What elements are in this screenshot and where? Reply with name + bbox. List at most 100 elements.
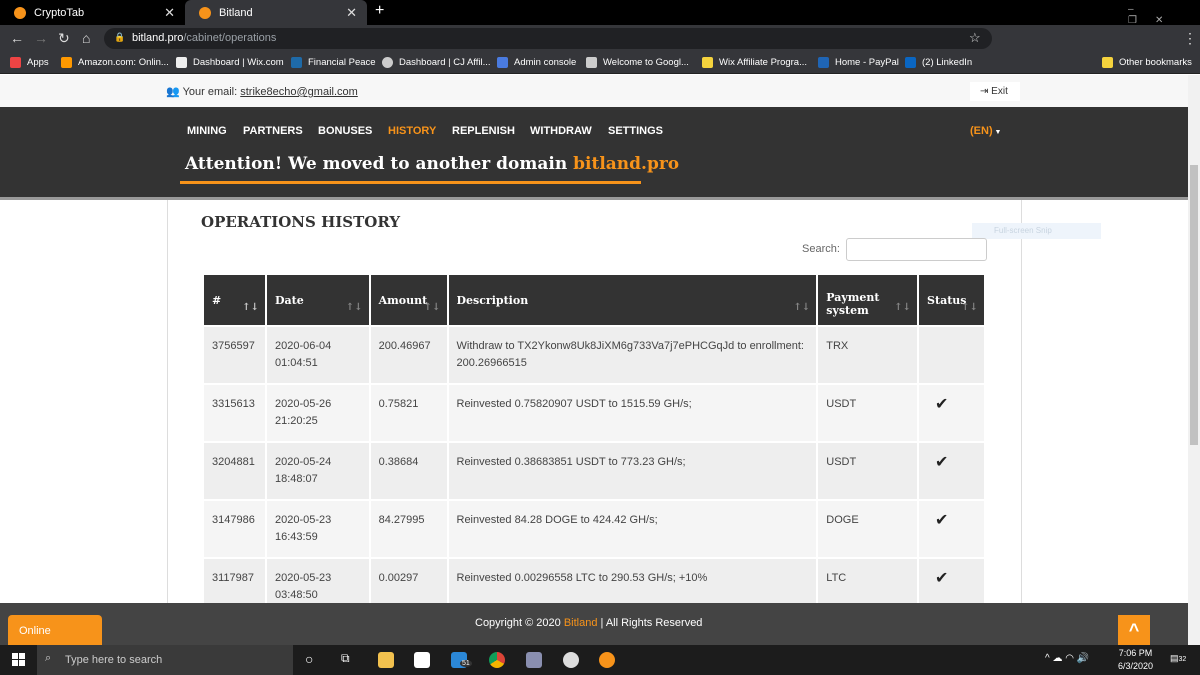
nav-withdraw[interactable]: WITHDRAW <box>530 125 592 137</box>
taskbar: ⌕ Type here to search ○ ⧉ 51 ^ ☁ ◠ 🔊 7:06… <box>0 645 1200 675</box>
cell-payment-system: USDT <box>816 441 920 501</box>
cryptotab-icon <box>14 6 26 19</box>
nav-bonuses[interactable]: BONUSES <box>318 125 372 137</box>
home-icon[interactable]: ⌂ <box>82 30 90 46</box>
star-icon[interactable]: ☆ <box>969 30 981 46</box>
reload-icon[interactable]: ↻ <box>58 30 70 47</box>
cell-id: 3756597 <box>202 325 267 385</box>
snip-icon[interactable] <box>563 652 579 668</box>
cell-date: 2020-05-24 18:48:07 <box>264 441 371 501</box>
close-tab-icon[interactable]: ✕ <box>164 5 175 21</box>
column-header[interactable]: Amount ↑↓ <box>368 273 449 327</box>
tab-bitland[interactable]: Bitland ✕ <box>185 0 367 25</box>
exit-icon: ⇥ <box>980 86 989 97</box>
nav-mining[interactable]: MINING <box>187 125 227 137</box>
system-tray-icons[interactable]: ^ ☁ ◠ 🔊 <box>1045 653 1089 664</box>
bookmark[interactable]: (2) LinkedIn <box>905 57 972 68</box>
check-icon: ✔ <box>935 512 949 529</box>
snip-overlay: Full-screen Snip <box>972 223 1101 239</box>
page-title: OPERATIONS HISTORY <box>201 213 401 231</box>
nav-partners[interactable]: PARTNERS <box>243 125 303 137</box>
sort-icon: ↑↓ <box>961 302 978 313</box>
check-icon: ✔ <box>935 454 949 471</box>
taskbar-search-input[interactable]: ⌕ Type here to search <box>37 645 293 675</box>
close-tab-icon[interactable]: ✕ <box>346 5 357 21</box>
exit-button[interactable]: ⇥ Exit <box>970 82 1020 101</box>
back-icon[interactable]: ← <box>10 30 24 46</box>
nav-settings[interactable]: SETTINGS <box>608 125 663 137</box>
email-link[interactable]: strike8echo@gmail.com <box>240 86 358 98</box>
camera-icon[interactable] <box>526 652 542 668</box>
window-controls[interactable]: –❐✕ <box>1128 4 1200 26</box>
cell-date: 2020-05-26 21:20:25 <box>264 383 371 443</box>
bookmark[interactable]: Dashboard | Wix.com <box>176 57 284 68</box>
domain-notice: Attention! We moved to another domain bi… <box>185 154 680 174</box>
tab-bar: CryptoTab ✕ Bitland ✕ + –❐✕ <box>0 0 1200 26</box>
sort-icon: ↑↓ <box>242 302 259 313</box>
address-bar-row: ← → ↻ ⌂ bitland.pro/cabinet/operations 🔒… <box>0 25 1200 52</box>
tab-cryptotab[interactable]: CryptoTab ✕ <box>0 0 185 25</box>
table-row: 3315613 2020-05-26 21:20:25 0.75821 Reinvest… <box>202 383 986 443</box>
notifications-icon[interactable]: ▤32 <box>1170 653 1186 664</box>
nav-history[interactable]: HISTORY <box>388 125 436 137</box>
scrollbar-thumb[interactable] <box>1190 165 1198 445</box>
windows-start-icon[interactable] <box>12 653 25 666</box>
bookmark[interactable]: Financial Peace <box>291 57 376 68</box>
bookmark[interactable]: Admin console <box>497 57 576 68</box>
column-header[interactable]: # ↑↓ <box>202 273 267 327</box>
cell-description: Withdraw to TX2Ykonw8Uk8JiXM6g733Va7j7eP… <box>446 325 819 385</box>
store-icon[interactable] <box>414 652 430 668</box>
cell-id: 3147986 <box>202 499 267 559</box>
sort-icon: ↑↓ <box>793 302 811 313</box>
clock[interactable]: 7:06 PM 6/3/2020 <box>1118 648 1153 671</box>
cell-payment-system: TRX <box>816 325 920 385</box>
scroll-top-button[interactable]: ^ <box>1118 615 1150 645</box>
url-input[interactable]: bitland.pro/cabinet/operations <box>104 28 992 49</box>
cell-date: 2020-06-04 01:04:51 <box>264 325 371 385</box>
cell-amount: 0.75821 <box>368 383 449 443</box>
bookmark[interactable]: Wix Affiliate Progra... <box>702 57 807 68</box>
file-explorer-icon[interactable] <box>378 652 394 668</box>
column-header[interactable]: Payment system ↑↓ <box>816 273 920 327</box>
sort-icon: ↑↓ <box>894 302 912 313</box>
bookmark[interactable]: Apps <box>10 57 49 68</box>
cortana-icon[interactable]: ○ <box>305 651 313 667</box>
bookmark[interactable]: Home - PayPal <box>818 57 899 68</box>
language-dropdown[interactable]: (EN) ▼ <box>970 125 1001 137</box>
bitland-icon <box>199 6 211 19</box>
online-chat-button[interactable]: Online <box>8 615 102 645</box>
cryptotab-taskbar-icon[interactable] <box>599 652 615 668</box>
menu-icon[interactable]: ⋮ <box>1183 30 1197 47</box>
search-input[interactable] <box>846 238 987 261</box>
task-view-icon[interactable]: ⧉ <box>341 651 350 666</box>
cell-payment-system: DOGE <box>816 499 920 559</box>
cell-status: ✔ <box>917 499 986 559</box>
brand-link[interactable]: Bitland <box>564 617 598 629</box>
users-icon: 👥 <box>166 86 180 98</box>
search-icon: ⌕ <box>45 652 52 664</box>
cell-amount: 200.46967 <box>368 325 449 385</box>
bookmarks-bar: Apps Amazon.com: Onlin... Dashboard | Wi… <box>0 52 1200 74</box>
table-row: 3756597 2020-06-04 01:04:51 200.46967 Withdr… <box>202 325 986 385</box>
sort-icon: ↑↓ <box>345 302 363 313</box>
bookmark[interactable]: Dashboard | CJ Affil... <box>382 57 491 68</box>
column-header[interactable]: Status ↑↓ <box>917 273 986 327</box>
other-bookmarks[interactable]: Other bookmarks <box>1102 57 1192 68</box>
cell-amount: 84.27995 <box>368 499 449 559</box>
forward-icon[interactable]: → <box>34 30 48 46</box>
nav-replenish[interactable]: REPLENISH <box>452 125 515 137</box>
check-icon <box>927 338 935 355</box>
column-header[interactable]: Description ↑↓ <box>446 273 819 327</box>
cell-amount: 0.38684 <box>368 441 449 501</box>
check-icon: ✔ <box>935 570 949 587</box>
chrome-icon[interactable] <box>489 652 505 668</box>
column-header[interactable]: Date ↑↓ <box>264 273 371 327</box>
cell-status: ✔ <box>917 441 986 501</box>
search-label: Search: <box>802 243 840 255</box>
bookmark[interactable]: Amazon.com: Onlin... <box>61 57 169 68</box>
new-tab-button[interactable]: + <box>375 2 384 20</box>
cell-description: Reinvested 0.38683851 USDT to 773.23 GH/… <box>446 441 819 501</box>
table-row: 3204881 2020-05-24 18:48:07 0.38684 Reinvest… <box>202 441 986 501</box>
mail-icon[interactable]: 51 <box>451 652 472 668</box>
bookmark[interactable]: Welcome to Googl... <box>586 57 689 68</box>
